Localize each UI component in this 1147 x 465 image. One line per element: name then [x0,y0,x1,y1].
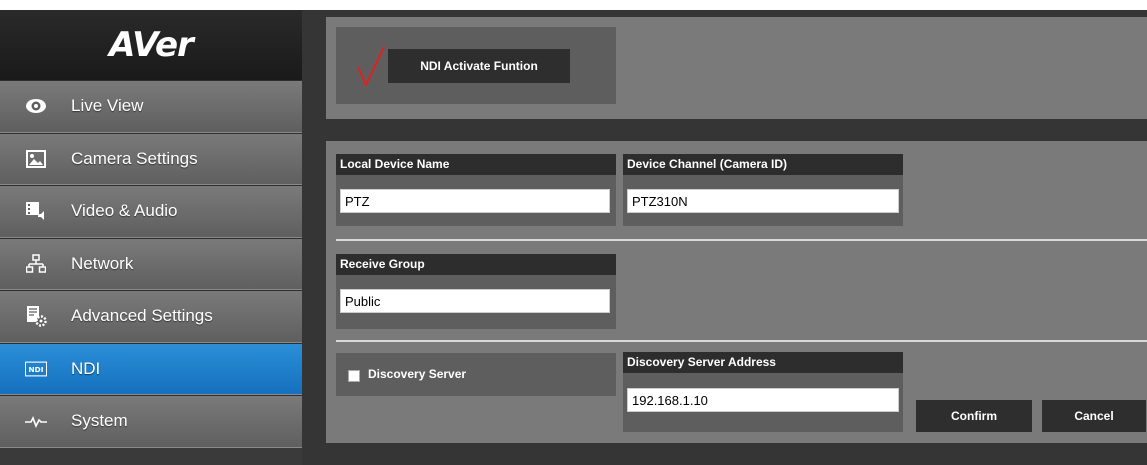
sidebar-item-system[interactable]: System [0,395,302,448]
device-channel-box: Device Channel (Camera ID) [623,154,903,226]
sidebar-item-ndi[interactable]: NDI NDI [0,342,302,395]
advanced-settings-icon [25,305,47,327]
discovery-server-address-box: Discovery Server Address [623,352,903,432]
device-channel-label: Device Channel (Camera ID) [623,154,903,175]
ndi-activate-button[interactable]: NDI Activate Funtion [388,49,570,83]
discovery-server-checkbox[interactable] [348,370,360,382]
svg-text:NDI: NDI [29,365,44,374]
cancel-button[interactable]: Cancel [1042,400,1146,432]
receive-group-input[interactable] [340,289,610,313]
sidebar-item-camera-settings[interactable]: Camera Settings [0,132,302,185]
sidebar-item-label: Advanced Settings [71,306,213,326]
main-content: NDI Activate Funtion Local Device Name D… [302,10,1147,465]
receive-group-label: Receive Group [336,254,616,275]
local-device-name-box: Local Device Name [336,154,616,226]
ndi-activate-panel: NDI Activate Funtion [326,17,1147,119]
sidebar-item-video-audio[interactable]: Video & Audio [0,185,302,238]
local-device-name-label: Local Device Name [336,154,616,175]
device-channel-input[interactable] [627,189,899,213]
discovery-server-address-input[interactable] [627,388,899,412]
discovery-server-label: Discovery Server [368,367,467,381]
sidebar-item-network[interactable]: Network [0,237,302,290]
logo-area: AVer [0,10,302,80]
image-icon [25,148,47,170]
sidebar-item-live-view[interactable]: Live View [0,80,302,133]
sidebar-item-label: Network [71,253,134,273]
pulse-icon [25,410,47,432]
sidebar: AVer Live View Camera Settings Video & A… [0,10,302,465]
video-audio-icon [25,200,47,222]
divider [336,239,1147,241]
ndi-settings-panel: Local Device Name Device Channel (Camera… [326,141,1147,443]
sidebar-item-label: Live View [71,96,144,116]
sidebar-item-advanced-settings[interactable]: Advanced Settings [0,290,302,343]
top-strip [0,0,1147,10]
divider [336,340,1147,342]
check-mark-icon[interactable] [356,45,386,87]
network-icon [25,253,47,275]
confirm-button[interactable]: Confirm [916,400,1032,432]
sidebar-item-label: NDI [71,358,101,378]
ndi-activate-box: NDI Activate Funtion [336,27,616,104]
sidebar-item-label: Camera Settings [71,148,198,168]
ndi-icon: NDI [25,358,47,380]
sidebar-item-label: Video & Audio [71,201,178,221]
sidebar-menu: Live View Camera Settings Video & Audio … [0,80,302,448]
discovery-server-box: Discovery Server [336,353,616,396]
eye-icon [25,95,47,117]
sidebar-item-label: System [71,411,128,431]
aver-logo: AVer [109,25,194,65]
discovery-server-address-label: Discovery Server Address [623,352,903,373]
receive-group-box: Receive Group [336,254,616,329]
local-device-name-input[interactable] [340,189,610,213]
